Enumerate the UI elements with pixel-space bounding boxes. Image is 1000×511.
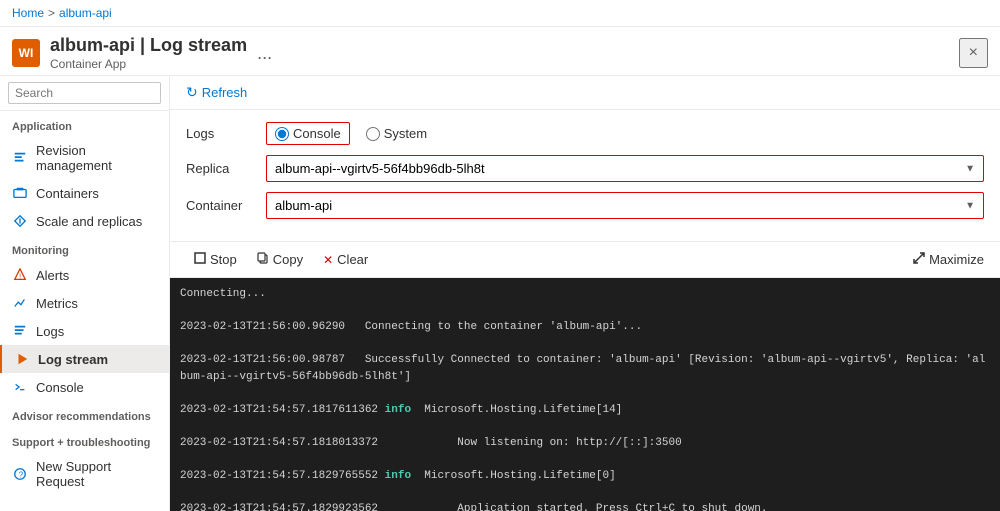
scale-icon xyxy=(12,213,28,229)
stop-label: Stop xyxy=(210,252,237,267)
logs-label: Logs xyxy=(186,126,266,141)
support-icon: ? xyxy=(12,466,28,482)
metrics-icon xyxy=(12,295,28,311)
sidebar-item-new-support-request[interactable]: ? New Support Request xyxy=(0,453,169,495)
sidebar-search-container xyxy=(0,76,169,111)
refresh-label: Refresh xyxy=(202,85,248,100)
container-row: Container album-api ▼ xyxy=(186,192,984,219)
logs-radio-group: Console System xyxy=(266,122,984,145)
sidebar: Application Revision management Containe… xyxy=(0,76,170,511)
system-radio-label: System xyxy=(384,126,427,141)
app-icon: WI xyxy=(12,39,40,67)
copy-icon xyxy=(257,252,269,267)
section-label-monitoring: Monitoring xyxy=(0,235,169,261)
logs-row: Logs Console System xyxy=(186,122,984,145)
sidebar-item-label: Scale and replicas xyxy=(36,214,142,229)
replica-label: Replica xyxy=(186,161,266,176)
sidebar-item-label: Metrics xyxy=(36,296,78,311)
title-ellipsis[interactable]: ... xyxy=(257,43,272,64)
clear-button[interactable]: ✕ Clear xyxy=(315,248,376,271)
sidebar-item-label: Revision management xyxy=(36,143,157,173)
close-button[interactable]: × xyxy=(959,38,988,68)
refresh-button[interactable]: ↻ Refresh xyxy=(186,84,247,101)
maximize-label: Maximize xyxy=(929,252,984,267)
console-radio-label: Console xyxy=(293,126,341,141)
sidebar-item-revision-management[interactable]: Revision management xyxy=(0,137,169,179)
sidebar-item-label: Log stream xyxy=(38,352,108,367)
sidebar-item-label: Alerts xyxy=(36,268,69,283)
main-content: ↻ Refresh Logs Console xyxy=(170,76,1000,511)
sidebar-item-console[interactable]: Console xyxy=(0,373,169,401)
search-input[interactable] xyxy=(8,82,161,104)
copy-button[interactable]: Copy xyxy=(249,248,311,271)
sidebar-item-containers[interactable]: Containers xyxy=(0,179,169,207)
sidebar-item-metrics[interactable]: Metrics xyxy=(0,289,169,317)
system-radio-option[interactable]: System xyxy=(366,126,427,141)
sidebar-item-log-stream[interactable]: Log stream xyxy=(0,345,169,373)
maximize-button[interactable]: Maximize xyxy=(913,252,984,267)
section-label-advisor: Advisor recommendations xyxy=(0,401,169,427)
replica-select[interactable]: album-api--vgirtv5-56f4bb96db-5lh8t xyxy=(267,156,983,181)
action-bar: Stop Copy ✕ Clear Maximize xyxy=(170,242,1000,278)
page-subtitle: Container App xyxy=(50,57,247,71)
console-radio[interactable] xyxy=(275,127,289,141)
sidebar-item-scale-replicas[interactable]: Scale and replicas xyxy=(0,207,169,235)
replica-select-wrapper: album-api--vgirtv5-56f4bb96db-5lh8t ▼ xyxy=(266,155,984,182)
sidebar-item-label: Logs xyxy=(36,324,64,339)
breadcrumb-app[interactable]: album-api xyxy=(59,6,112,20)
stop-icon xyxy=(194,252,206,267)
log-terminal[interactable]: Connecting... 2023-02-13T21:56:00.96290 … xyxy=(170,278,1000,511)
page-title: album-api | Log stream xyxy=(50,35,247,56)
title-info: album-api | Log stream Container App xyxy=(50,35,247,71)
refresh-icon: ↻ xyxy=(186,84,198,101)
clear-label: Clear xyxy=(337,252,368,267)
section-label-application: Application xyxy=(0,111,169,137)
sidebar-item-label: Containers xyxy=(36,186,99,201)
log-form: Logs Console System Replica xyxy=(170,110,1000,242)
refresh-bar: ↻ Refresh xyxy=(170,76,1000,110)
clear-icon: ✕ xyxy=(323,253,333,267)
svg-text:?: ? xyxy=(19,471,24,480)
console-radio-option[interactable]: Console xyxy=(266,122,350,145)
containers-icon xyxy=(12,185,28,201)
maximize-icon xyxy=(913,252,925,267)
alerts-icon: ! xyxy=(12,267,28,283)
container-select[interactable]: album-api xyxy=(267,193,983,218)
logs-icon xyxy=(12,323,28,339)
breadcrumb: Home > album-api xyxy=(0,0,1000,27)
svg-text:!: ! xyxy=(19,274,21,281)
sidebar-item-logs[interactable]: Logs xyxy=(0,317,169,345)
copy-label: Copy xyxy=(273,252,303,267)
log-stream-icon xyxy=(14,351,30,367)
breadcrumb-sep1: > xyxy=(48,6,55,20)
section-label-support: Support + troubleshooting xyxy=(0,427,169,453)
sidebar-item-label: New Support Request xyxy=(36,459,157,489)
console-icon xyxy=(12,379,28,395)
container-select-wrapper: album-api ▼ xyxy=(266,192,984,219)
container-label: Container xyxy=(186,198,266,213)
revision-management-icon xyxy=(12,150,28,166)
system-radio[interactable] xyxy=(366,127,380,141)
stop-button[interactable]: Stop xyxy=(186,248,245,271)
sidebar-item-label: Console xyxy=(36,380,84,395)
replica-row: Replica album-api--vgirtv5-56f4bb96db-5l… xyxy=(186,155,984,182)
title-bar: WI album-api | Log stream Container App … xyxy=(0,27,1000,76)
breadcrumb-home[interactable]: Home xyxy=(12,6,44,20)
sidebar-item-alerts[interactable]: ! Alerts xyxy=(0,261,169,289)
